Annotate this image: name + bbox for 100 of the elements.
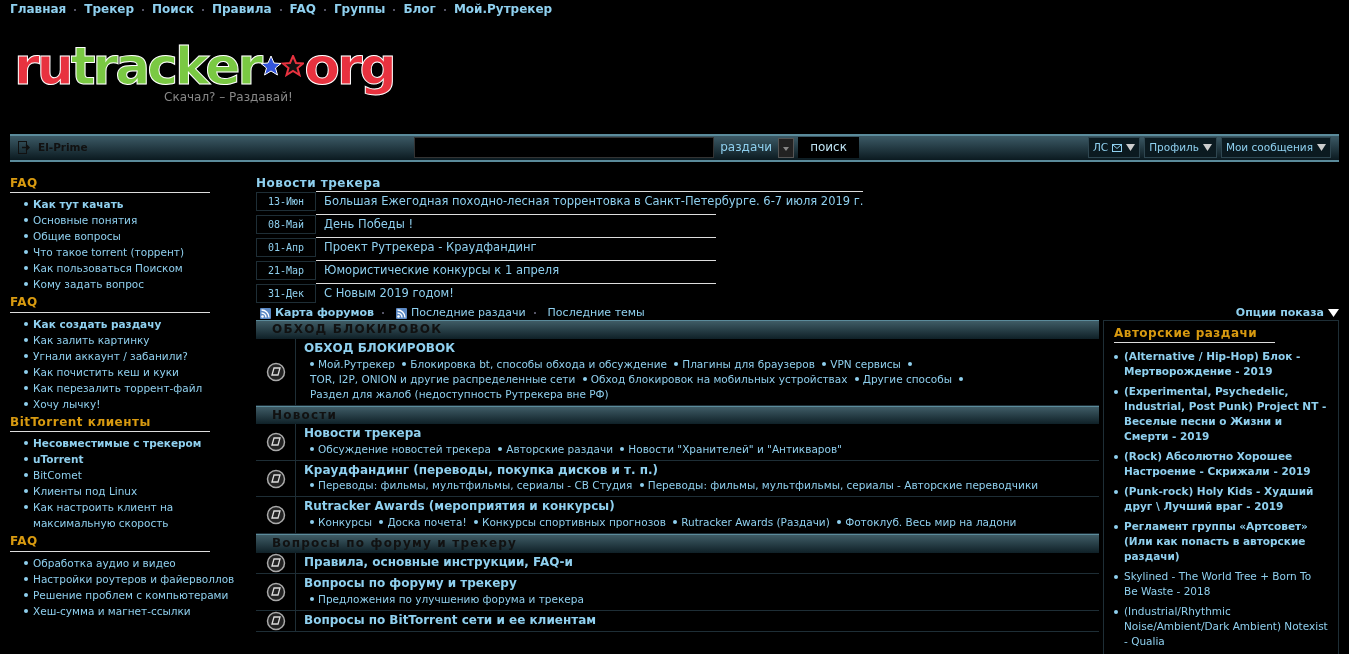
sidebar-link[interactable]: Что такое torrent (торрент) <box>33 244 185 261</box>
news-link[interactable]: Проект Рутрекера - Краудфандинг <box>316 237 716 258</box>
nav-link-item[interactable]: FAQ <box>289 2 316 18</box>
search-scope[interactable]: раздачи <box>714 139 779 156</box>
username: El-Prime <box>38 140 88 155</box>
news-date: 31-Дек <box>256 283 316 303</box>
subforum-link[interactable]: Конкурсы <box>318 516 373 529</box>
subforum-link[interactable]: Другие способы <box>862 372 952 385</box>
bullet-icon <box>24 234 28 239</box>
sidebar-link[interactable]: Решение проблем с компьютерами <box>33 586 229 603</box>
subforum-link[interactable]: Авторские раздачи <box>506 442 613 455</box>
sidebar-heading: FAQ <box>10 295 210 313</box>
forum-icon <box>265 582 286 603</box>
subforum-link[interactable]: Обсуждение новостей трекера <box>318 442 491 455</box>
sidebar-link[interactable]: Как создать раздачу <box>33 315 162 332</box>
bullet-icon <box>379 520 384 525</box>
forum-icon <box>265 432 286 453</box>
sidebar-link[interactable]: Обработка аудио и видео <box>33 554 176 571</box>
sidebar-link[interactable]: Как настроить клиент на максимальную скорость <box>33 499 256 532</box>
news-link[interactable]: День Победы ! <box>316 214 716 235</box>
forum-title[interactable]: Rutracker Awards (мероприятия и конкурсы) <box>304 499 1021 516</box>
release-link[interactable]: (Industrial/Rhythmic Noise/Ambient/Dark Ambient) Notexist - Qualia <box>1124 604 1328 650</box>
forum-icon <box>265 505 286 526</box>
feed-link[interactable]: Последние раздачи <box>395 306 526 321</box>
bullet-icon <box>837 520 842 525</box>
mail-icon <box>1112 143 1123 152</box>
subforum-link[interactable]: Доска почета! <box>387 516 467 529</box>
forum-icon <box>265 611 286 632</box>
forum-title[interactable]: Вопросы по форуму и трекеру <box>304 576 588 592</box>
bullet-icon <box>498 446 503 451</box>
bullet-icon <box>854 376 859 381</box>
forum-title[interactable]: Краудфандинг (переводы, покупка дисков и т. п.) <box>304 462 1043 479</box>
subforum-link[interactable]: TOR, I2P, ONION и другие распределенные сети <box>310 372 576 385</box>
subforum-link[interactable]: Предложения по улучшению форума и трекера <box>318 592 584 605</box>
forum-title[interactable]: Вопросы по BitTorrent сети и ее клиентам <box>304 612 597 629</box>
subforum-link[interactable]: Обход блокировок на мобильных устройствах <box>590 372 848 385</box>
subforum-link[interactable]: Переводы: фильмы, мультфильмы, сериалы - Авторские переводчики <box>647 479 1039 492</box>
bullet-icon <box>674 361 679 366</box>
release-link[interactable]: (Rock) Абсолютно Хорошее Настроение - Скрижали - 2019 <box>1124 449 1328 480</box>
forum-title[interactable]: ОБХОД БЛОКИРОВОК <box>304 341 1091 357</box>
subforum-link[interactable]: Переводы: фильмы, мультфильмы, сериалы - СВ Студия <box>318 479 633 492</box>
bullet-icon <box>1114 490 1118 495</box>
subforum-link[interactable]: Фотоклуб. Весь мир на ладони <box>845 516 1017 529</box>
sidebar-link[interactable]: BitComet <box>33 467 82 484</box>
sidebar-link[interactable]: Кому задать вопрос <box>33 276 145 293</box>
bullet-icon <box>908 361 913 366</box>
subforum-link[interactable]: VPN сервисы <box>830 357 901 370</box>
sidebar-link[interactable]: Как почистить кеш и куки <box>33 363 179 380</box>
menu-button[interactable]: Профиль <box>1144 137 1217 159</box>
forum-title[interactable]: Правила, основные инструкции, FAQ-и <box>304 554 573 571</box>
release-link[interactable]: (Alternative / Hip-Hop) Блок - Мертворождение - 2019 <box>1124 349 1328 380</box>
news-link[interactable]: Юмористические конкурсы к 1 апреля <box>316 260 716 281</box>
nav-link-item[interactable]: Трекер <box>84 2 135 18</box>
search-button[interactable]: поиск <box>798 137 859 159</box>
feed-link[interactable]: Последние темы <box>547 306 645 321</box>
release-link[interactable]: (Experimental, Psychedelic, Industrial, Post Punk) Project NT - Веселые песни о Жизни и Смерти - 2019 <box>1124 384 1328 445</box>
sidebar-link[interactable]: Угнали аккаунт / забанили? <box>33 347 188 364</box>
nav-link-item[interactable]: Главная <box>10 2 67 18</box>
subforum-link[interactable]: Плагины для браузеров <box>682 357 815 370</box>
sidebar-link[interactable]: Несовместимые с трекером <box>33 435 202 452</box>
subforum-link[interactable]: Новости "Хранителей" и "Антикваров" <box>628 442 842 455</box>
feed-link[interactable]: Карта форумов <box>260 306 374 321</box>
sidebar-link[interactable]: uTorrent <box>33 451 84 468</box>
news-link[interactable]: С Новым 2019 годом! <box>316 283 716 304</box>
bullet-icon <box>24 489 28 494</box>
menu-button[interactable]: ЛС <box>1087 137 1141 159</box>
nav-link-item[interactable]: Правила <box>212 2 272 18</box>
bullet-icon <box>24 608 28 613</box>
subforum-link[interactable]: Блокировка bt, способы обхода и обсуждение <box>410 357 667 370</box>
nav-link-item[interactable]: Блог <box>403 2 436 18</box>
news-link[interactable]: Большая Ежегодная походно-лесная торрентовка в Санкт-Петербурге. 6-7 июля 2019 г. <box>316 191 864 212</box>
bullet-icon <box>673 520 678 525</box>
nav-link-item[interactable]: Группы <box>333 2 386 18</box>
release-link[interactable]: Skylined - The World Tree + Born To Be Waste - 2018 <box>1124 569 1328 600</box>
subforum-link[interactable]: Раздел для жалоб (недоступность Рутрекера вне РФ) <box>310 387 609 400</box>
sidebar-link[interactable]: Настройки роутеров и файерволлов <box>33 570 235 587</box>
sidebar-link[interactable]: Как пользоваться Поиском <box>33 260 183 277</box>
subforum-link[interactable]: Rutracker Awards (Раздачи) <box>681 516 830 529</box>
release-link[interactable]: (Punk-rock) Holy Kids - Худший друг \ Лучший враг - 2019 <box>1124 484 1328 515</box>
subforum-link[interactable]: Мой.Рутрекер <box>318 357 395 370</box>
sidebar-link[interactable]: Как перезалить торрент-файл <box>33 379 203 396</box>
sidebar-link[interactable]: Хеш-сумма и магнет-ссылки <box>33 602 191 619</box>
bullet-icon <box>1114 610 1118 615</box>
display-options-link[interactable]: Опции показа <box>1235 306 1339 321</box>
news-date: 08-Май <box>256 214 316 234</box>
release-link[interactable]: Регламент группы «Артсовет» (Или как попасть в авторские раздачи) <box>1124 519 1328 565</box>
bullet-icon <box>310 446 314 451</box>
search-field[interactable] <box>414 137 715 159</box>
subforum-link[interactable]: Конкурсы спортивных прогнозов <box>481 516 666 529</box>
sidebar-link[interactable]: Клиенты под Linux <box>33 483 138 500</box>
sidebar-link[interactable]: Общие вопросы <box>33 228 121 245</box>
nav-link-item[interactable]: Поиск <box>152 2 194 18</box>
sidebar-link[interactable]: Хочу лычку! <box>33 395 101 412</box>
sidebar-link[interactable]: Как залить картинку <box>33 331 150 348</box>
nav-link-item[interactable]: Мой.Рутрекер <box>453 2 553 18</box>
forum-title[interactable]: Новости трекера <box>304 426 846 442</box>
menu-button[interactable]: Мои сообщения <box>1220 137 1331 159</box>
sidebar-link[interactable]: Основные понятия <box>33 212 138 229</box>
sidebar-link[interactable]: Как тут качать <box>33 196 124 213</box>
bullet-icon <box>24 505 28 510</box>
